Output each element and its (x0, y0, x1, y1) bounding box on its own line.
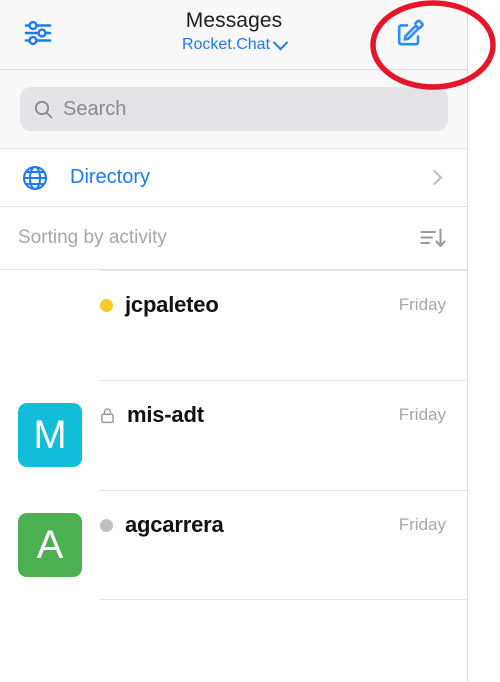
row-divider (100, 270, 468, 271)
chevron-down-icon (272, 34, 289, 50)
lock-icon (100, 407, 115, 424)
avatar: M (18, 403, 82, 467)
table-row[interactable]: M mis-adt Friday (0, 380, 468, 490)
app-root: Messages Rocket.Chat Search Directory So… (0, 0, 500, 682)
status-dot-icon (100, 518, 113, 532)
panel-divider (467, 0, 468, 682)
avatar-cell: M (0, 380, 100, 490)
messages-panel: Messages Rocket.Chat Search Directory So… (0, 0, 468, 682)
chat-timestamp: Friday (398, 295, 446, 314)
server-switcher[interactable]: Rocket.Chat (181, 34, 289, 56)
avatar-initial: M (33, 413, 67, 457)
app-header: Messages Rocket.Chat (0, 0, 468, 70)
row-name-wrap: mis-adt (100, 402, 399, 428)
search-field[interactable]: Search (20, 87, 448, 131)
chat-timestamp: Friday (398, 515, 446, 534)
row-body: agcarrera Friday (100, 490, 468, 600)
search-placeholder: Search (63, 97, 127, 120)
avatar-cell (0, 270, 100, 380)
row-divider (100, 380, 468, 381)
avatar-initial: A (36, 523, 64, 567)
row-divider (100, 490, 468, 491)
row-body: mis-adt Friday (100, 380, 468, 490)
row-name-wrap: agcarrera (100, 512, 399, 538)
directory-label: Directory (70, 166, 151, 188)
compose-pencil-square-icon (394, 17, 426, 54)
directory-row[interactable]: Directory (0, 148, 468, 207)
row-name-wrap: jcpaleteo (100, 292, 399, 318)
sort-descending-icon[interactable] (420, 227, 446, 249)
status-dot-icon (100, 298, 113, 312)
table-row[interactable]: jcpaleteo Friday (0, 270, 468, 380)
chat-name: jcpaleteo (125, 292, 219, 317)
server-name: Rocket.Chat (181, 36, 271, 53)
sorting-label: Sorting by activity (18, 227, 167, 248)
compose-button[interactable] (390, 16, 430, 54)
avatar-cell: A (0, 490, 100, 600)
sorting-row: Sorting by activity (0, 207, 468, 270)
avatar: A (18, 513, 82, 577)
chevron-right-icon (426, 169, 443, 186)
chat-name: mis-adt (127, 402, 204, 427)
search-section: Search (0, 70, 468, 148)
chat-timestamp: Friday (398, 405, 446, 424)
table-row[interactable]: A agcarrera Friday (0, 490, 468, 600)
search-icon (34, 100, 53, 119)
chat-list: jcpaleteo Friday M mis-adt Friday A agca… (0, 270, 468, 600)
avatar (18, 293, 82, 357)
globe-icon (22, 165, 48, 191)
chat-name: agcarrera (125, 512, 224, 537)
row-body: jcpaleteo Friday (100, 270, 468, 380)
